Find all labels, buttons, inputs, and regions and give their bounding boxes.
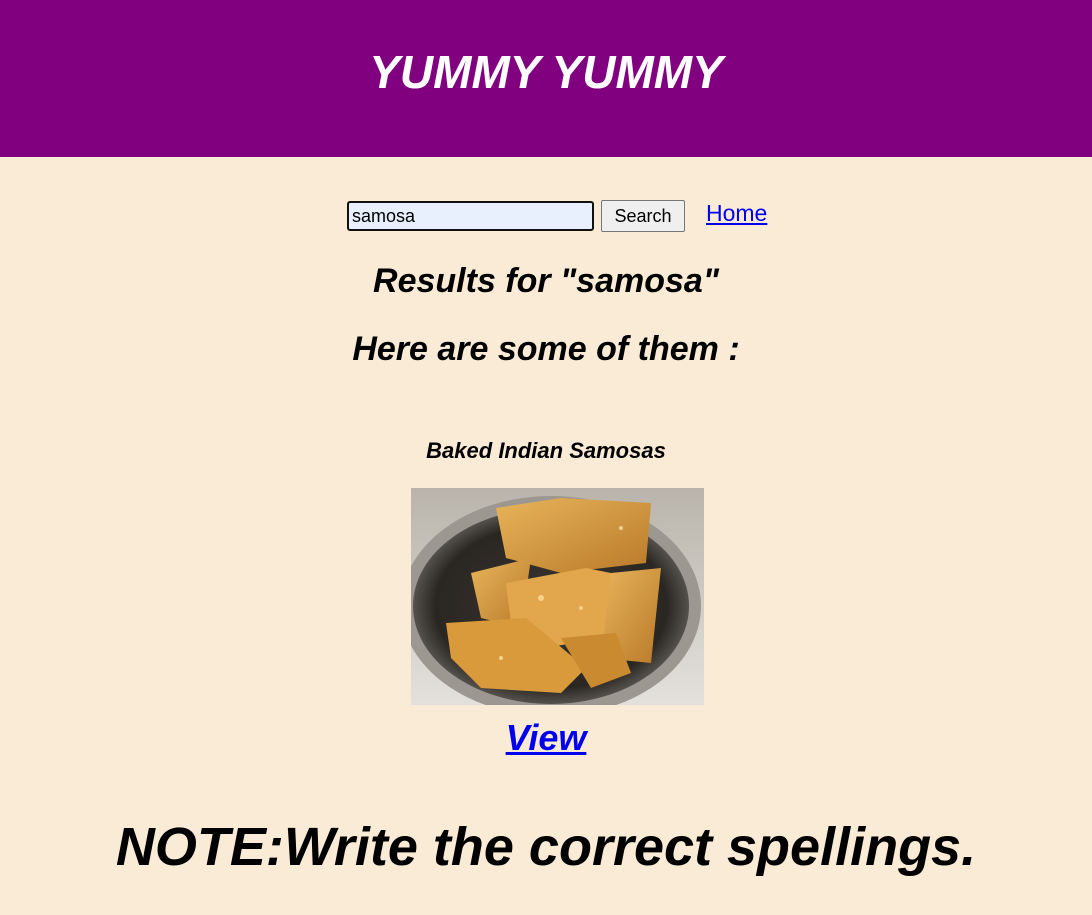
search-input[interactable]	[347, 201, 594, 231]
view-recipe-link[interactable]: View	[506, 717, 587, 758]
search-button[interactable]: Search	[601, 200, 685, 232]
site-header: YUMMY YUMMY	[0, 0, 1092, 157]
search-bar: Search Home	[0, 199, 1092, 235]
site-title: YUMMY YUMMY	[369, 46, 723, 98]
home-link[interactable]: Home	[706, 199, 767, 227]
recipe-image	[411, 488, 704, 705]
samosa-photo-icon	[411, 488, 704, 705]
recipe-card: Baked Indian Samosas View	[0, 436, 1092, 758]
results-heading: Results for "samosa"	[373, 262, 719, 300]
recipe-title: Baked Indian Samosas	[426, 438, 666, 463]
spelling-note: NOTE:Write the correct spellings.	[115, 817, 977, 877]
results-subheading: Here are some of them :	[352, 330, 740, 368]
view-link-container: View	[0, 717, 1092, 759]
